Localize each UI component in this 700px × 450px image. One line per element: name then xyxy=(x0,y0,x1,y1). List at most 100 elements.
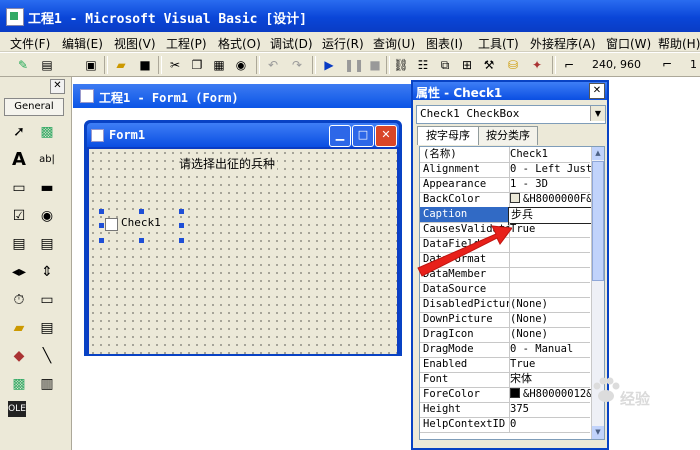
property-row[interactable]: Alignment 0 - Left Justi xyxy=(420,162,592,178)
redo-icon[interactable]: ↷ xyxy=(288,56,306,74)
label-tool-icon[interactable]: A xyxy=(8,149,30,171)
form1-window[interactable]: Form1 ▁ □ ✕ 请选择出征的兵种 Check1 xyxy=(84,120,402,356)
menu-window[interactable]: 窗口(W) xyxy=(606,35,651,52)
size-icon: ⌐ xyxy=(662,57,673,71)
object-dropdown[interactable]: Check1 CheckBox ▼ xyxy=(416,105,606,124)
property-row[interactable]: DownPicture (None) xyxy=(420,312,590,328)
property-grid: (名称) Check1 Alignment 0 - Left Justi Appea… xyxy=(419,146,605,440)
picturebox-tool-icon[interactable]: ▩ xyxy=(36,121,58,143)
checkbox-square[interactable] xyxy=(105,218,118,231)
position-icon: ⌐ xyxy=(563,58,575,72)
paste-icon[interactable]: ▦ xyxy=(210,56,228,74)
pointer-tool-icon[interactable]: ➚ xyxy=(8,121,30,143)
property-row[interactable]: DisabledPicture (None) xyxy=(420,297,590,313)
chevron-down-icon[interactable]: ▼ xyxy=(590,106,605,121)
scroll-down-icon[interactable]: ▼ xyxy=(592,426,604,439)
filelistbox-tool-icon[interactable]: ▤ xyxy=(36,317,58,339)
scroll-thumb[interactable] xyxy=(592,161,604,281)
property-row[interactable]: HelpContextID 0 xyxy=(420,417,590,433)
toolbox-icon[interactable]: ⚒ xyxy=(480,56,498,74)
project-explorer-icon[interactable]: ⛓ xyxy=(392,56,410,74)
cut-icon[interactable]: ✂ xyxy=(166,56,184,74)
ole-tool-icon[interactable]: OLE xyxy=(8,401,26,417)
scroll-up-icon[interactable]: ▲ xyxy=(592,147,604,160)
close-icon[interactable]: ✕ xyxy=(589,83,605,99)
shape-tool-icon[interactable]: ◆ xyxy=(8,345,30,367)
menu-project[interactable]: 工程(P) xyxy=(166,35,207,52)
data-view-icon[interactable]: ⛁ xyxy=(504,56,522,74)
start-icon[interactable]: ▶ xyxy=(320,56,338,74)
menu-file[interactable]: 文件(F) xyxy=(10,35,50,52)
commandbutton-tool-icon[interactable]: ▬ xyxy=(36,177,58,199)
menu-view[interactable]: 视图(V) xyxy=(114,35,156,52)
optionbutton-tool-icon[interactable]: ◉ xyxy=(36,205,58,227)
open-project-icon[interactable]: ▰ xyxy=(112,56,130,74)
property-row[interactable]: (名称) Check1 xyxy=(420,147,590,163)
check1-checkbox[interactable]: Check1 xyxy=(101,213,181,233)
property-row[interactable]: DragMode 0 - Manual xyxy=(420,342,590,358)
app-title-bar: 工程1 - Microsoft Visual Basic [设计] xyxy=(0,0,700,32)
vscrollbar-tool-icon[interactable]: ⇕ xyxy=(36,261,58,283)
menu-help[interactable]: 帮助(H) xyxy=(658,35,700,52)
resize-handle[interactable] xyxy=(179,209,184,214)
add-project-icon[interactable]: ✎ xyxy=(14,56,32,74)
resize-handle[interactable] xyxy=(99,238,104,243)
menu-run[interactable]: 运行(R) xyxy=(322,35,364,52)
toolbox-tab-general[interactable]: General xyxy=(4,98,64,116)
textbox-tool-icon[interactable]: ab| xyxy=(36,149,58,171)
menu-editor-icon[interactable]: ▣ xyxy=(82,56,100,74)
close-button[interactable]: ✕ xyxy=(375,125,397,147)
hscrollbar-tool-icon[interactable]: ◂▸ xyxy=(8,261,30,283)
break-icon[interactable]: ❚❚ xyxy=(344,56,364,74)
menu-edit[interactable]: 编辑(E) xyxy=(62,35,103,52)
resize-handle[interactable] xyxy=(139,209,144,214)
menu-query[interactable]: 查询(U) xyxy=(373,35,415,52)
property-row[interactable]: Font 宋体 xyxy=(420,372,590,388)
menu-format[interactable]: 格式(O) xyxy=(218,35,261,52)
object-browser-icon[interactable]: ⊞ xyxy=(458,56,476,74)
maximize-button[interactable]: □ xyxy=(352,125,374,147)
resize-handle[interactable] xyxy=(99,209,104,214)
timer-tool-icon[interactable]: ⏱ xyxy=(8,289,30,311)
add-form-icon[interactable]: ▤ xyxy=(38,56,56,74)
form1-title-bar[interactable]: Form1 ▁ □ ✕ xyxy=(87,123,399,147)
property-row[interactable]: Height 375 xyxy=(420,402,590,418)
resize-handle[interactable] xyxy=(99,223,104,228)
minimize-button[interactable]: ▁ xyxy=(329,125,351,147)
copy-icon[interactable]: ❐ xyxy=(188,56,206,74)
end-icon[interactable]: ■ xyxy=(366,56,384,74)
image-tool-icon[interactable]: ▩ xyxy=(8,373,30,395)
menu-tools[interactable]: 工具(T) xyxy=(478,35,519,52)
tab-alphabetic[interactable]: 按字母序 xyxy=(417,126,479,145)
checkbox-tool-icon[interactable]: ☑ xyxy=(8,205,30,227)
prompt-label[interactable]: 请选择出征的兵种 xyxy=(177,155,278,172)
resize-handle[interactable] xyxy=(179,223,184,228)
close-icon[interactable]: ✕ xyxy=(50,79,65,94)
drivelistbox-tool-icon[interactable]: ▭ xyxy=(36,289,58,311)
menu-debug[interactable]: 调试(D) xyxy=(270,35,313,52)
resize-handle[interactable] xyxy=(179,238,184,243)
resize-handle[interactable] xyxy=(139,238,144,243)
dirlistbox-tool-icon[interactable]: ▰ xyxy=(8,317,30,339)
save-project-icon[interactable]: ■ xyxy=(136,56,154,74)
property-row[interactable]: ForeColor &H80000012& xyxy=(420,387,592,403)
form1-client-area[interactable]: 请选择出征的兵种 Check1 xyxy=(89,149,397,354)
data-tool-icon[interactable]: ▥ xyxy=(36,373,58,395)
tab-categorized[interactable]: 按分类序 xyxy=(478,126,538,145)
property-row[interactable]: BackColor &H8000000F& xyxy=(420,192,592,208)
property-row[interactable]: Enabled True xyxy=(420,357,590,373)
component-manager-icon[interactable]: ✦ xyxy=(528,56,546,74)
frame-tool-icon[interactable]: ▭ xyxy=(8,177,30,199)
menu-addins[interactable]: 外接程序(A) xyxy=(530,35,596,52)
listbox-tool-icon[interactable]: ▤ xyxy=(36,233,58,255)
line-tool-icon[interactable]: ╲ xyxy=(36,345,58,367)
form-layout-icon[interactable]: ⧉ xyxy=(436,56,454,74)
find-icon[interactable]: ◉ xyxy=(232,56,250,74)
property-row[interactable]: DataSource xyxy=(420,282,590,298)
property-row[interactable]: DragIcon (None) xyxy=(420,327,590,343)
property-row[interactable]: Appearance 1 - 3D xyxy=(420,177,590,193)
undo-icon[interactable]: ↶ xyxy=(264,56,282,74)
properties-window-icon[interactable]: ☷ xyxy=(414,56,432,74)
combobox-tool-icon[interactable]: ▤ xyxy=(8,233,30,255)
menu-diagram[interactable]: 图表(I) xyxy=(426,35,463,52)
